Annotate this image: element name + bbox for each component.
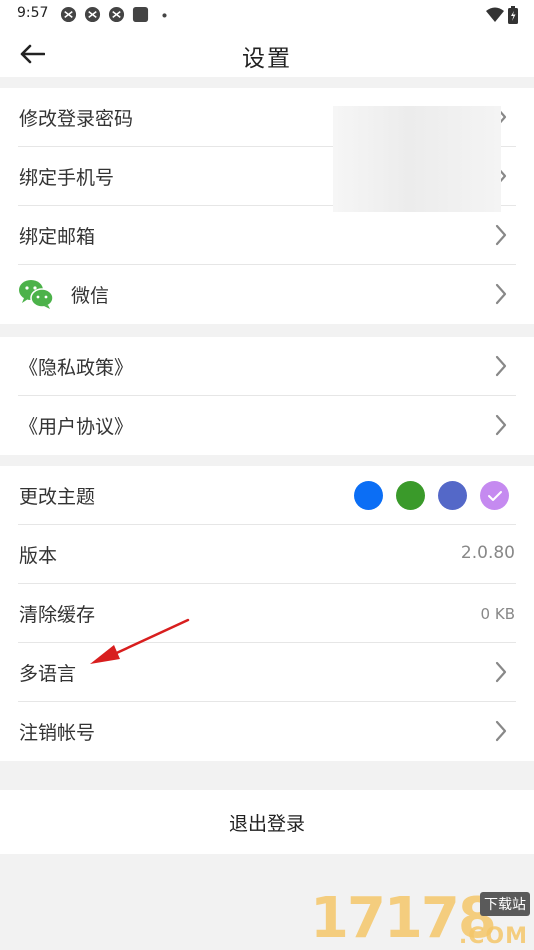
bind-phone-label: 绑定手机号 [19, 167, 115, 189]
legal-group: 《隐私政策》 《用户协议》 [0, 337, 534, 455]
theme-color-indigo[interactable] [438, 481, 467, 510]
chevron-right-icon [495, 224, 507, 246]
user-agreement-row[interactable]: 《用户协议》 [18, 396, 516, 455]
status-time: 9:57 [17, 5, 49, 21]
notification-icons [60, 6, 173, 23]
delete-account-row[interactable]: 注销帐号 [18, 702, 516, 761]
annotation-arrow-icon [90, 618, 190, 664]
battery-icon [508, 6, 518, 24]
theme-color-purple[interactable] [480, 481, 509, 510]
system-icons [486, 6, 518, 24]
theme-color-options [354, 481, 509, 510]
privacy-policy-row[interactable]: 《隐私政策》 [18, 337, 516, 396]
wechat-icon [19, 280, 54, 309]
bind-email-label: 绑定邮箱 [19, 226, 96, 248]
logout-label: 退出登录 [228, 813, 305, 835]
checkmark-icon [487, 490, 502, 501]
notification-dot-icon [162, 13, 167, 18]
watermark-domain: .COM [458, 924, 528, 949]
privacy-policy-label: 《隐私政策》 [19, 357, 134, 379]
bind-email-row[interactable]: 绑定邮箱 [18, 206, 516, 265]
change-password-label: 修改登录密码 [19, 108, 134, 130]
chevron-right-icon [495, 355, 507, 377]
wifi-icon [486, 7, 504, 22]
navigation-bar: 设置 [0, 30, 534, 77]
delete-account-label: 注销帐号 [19, 722, 96, 744]
wechat-label: 微信 [71, 285, 110, 307]
watermark-site-badge: 下载站 [480, 892, 530, 916]
chevron-right-icon [495, 720, 507, 742]
theme-row: 更改主题 [18, 466, 516, 525]
chevron-right-icon [495, 661, 507, 683]
notification-app-icon [84, 6, 101, 23]
language-label: 多语言 [19, 663, 77, 685]
blurred-region [333, 106, 501, 212]
status-bar: 9:57 [0, 0, 534, 30]
chevron-right-icon [495, 283, 507, 305]
version-row: 版本 2.0.80 [18, 525, 516, 584]
notification-square-icon [132, 6, 149, 23]
page-title: 设置 [242, 46, 292, 72]
theme-color-blue[interactable] [354, 481, 383, 510]
version-label: 版本 [19, 545, 58, 567]
theme-color-green[interactable] [396, 481, 425, 510]
logout-button[interactable]: 退出登录 [0, 790, 534, 854]
theme-label: 更改主题 [19, 486, 96, 508]
user-agreement-label: 《用户协议》 [19, 416, 134, 438]
version-value: 2.0.80 [460, 543, 515, 563]
chevron-right-icon [495, 414, 507, 436]
notification-app-icon [60, 6, 77, 23]
site-watermark: 17178 下载站 .COM [308, 884, 534, 950]
notification-app-icon [108, 6, 125, 23]
wechat-row[interactable]: 微信 [18, 265, 516, 324]
cache-size-value: 0 KB [480, 605, 515, 623]
